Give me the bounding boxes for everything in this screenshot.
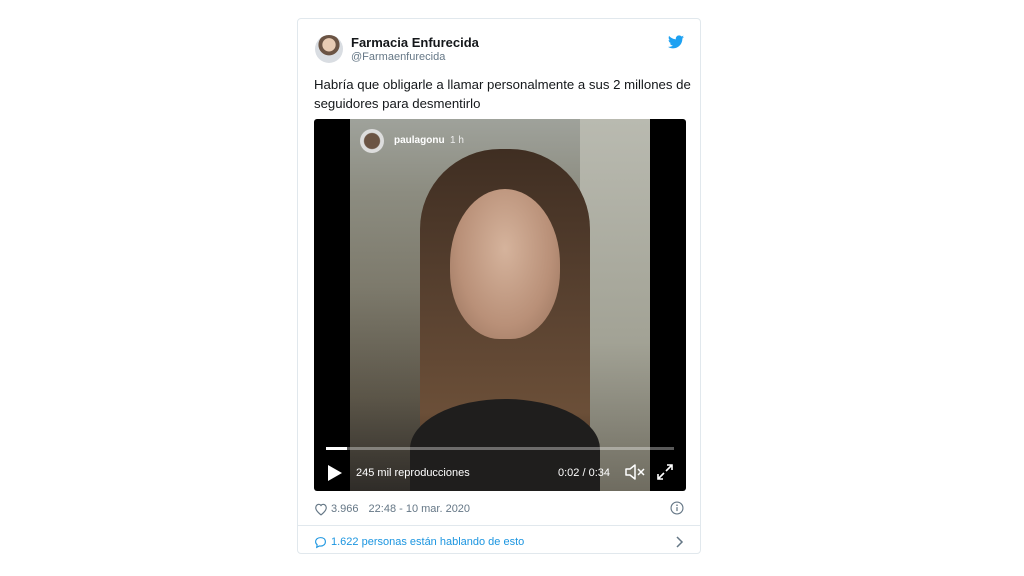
chevron-right-icon[interactable] (676, 536, 684, 548)
volume-muted-icon[interactable] (624, 463, 646, 481)
tweet-meta: 3.966 22:48 - 10 mar. 2020 (314, 501, 470, 517)
author-avatar[interactable] (315, 35, 343, 63)
conversation-text[interactable]: 1.622 personas están hablando de esto (331, 536, 524, 548)
story-avatar (360, 129, 384, 153)
story-time: 1 h (450, 135, 464, 146)
video-progress-bar[interactable] (326, 447, 674, 450)
author-name[interactable]: Farmacia Enfurecida (351, 35, 479, 50)
conversation-link[interactable]: 1.622 personas están hablando de esto (314, 533, 684, 551)
speech-bubble-icon (315, 536, 326, 548)
tweet-card: Farmacia Enfurecida @Farmaenfurecida Hab… (297, 18, 701, 554)
like-count[interactable]: 3.966 (331, 503, 359, 515)
info-icon[interactable] (670, 501, 684, 515)
video-player[interactable]: paulagonu 1 h 245 mil reproducciones 0:0… (314, 119, 686, 491)
heart-icon[interactable] (314, 502, 328, 516)
video-frame[interactable]: paulagonu 1 h (350, 119, 650, 491)
tweet-datetime[interactable]: 22:48 - 10 mar. 2020 (369, 503, 471, 515)
video-progress-fill (326, 447, 347, 450)
fullscreen-icon[interactable] (656, 463, 674, 481)
story-username: paulagonu (394, 135, 445, 146)
tweet-text: Habría que obligarle a llamar personalme… (314, 77, 691, 111)
author-handle[interactable]: @Farmaenfurecida (351, 51, 445, 63)
twitter-bird-icon[interactable] (668, 35, 684, 49)
divider (298, 525, 700, 526)
video-views: 245 mil reproducciones (356, 467, 470, 479)
video-time: 0:02 / 0:34 (558, 467, 610, 479)
play-icon[interactable] (328, 465, 342, 481)
video-subject-face (450, 189, 560, 339)
